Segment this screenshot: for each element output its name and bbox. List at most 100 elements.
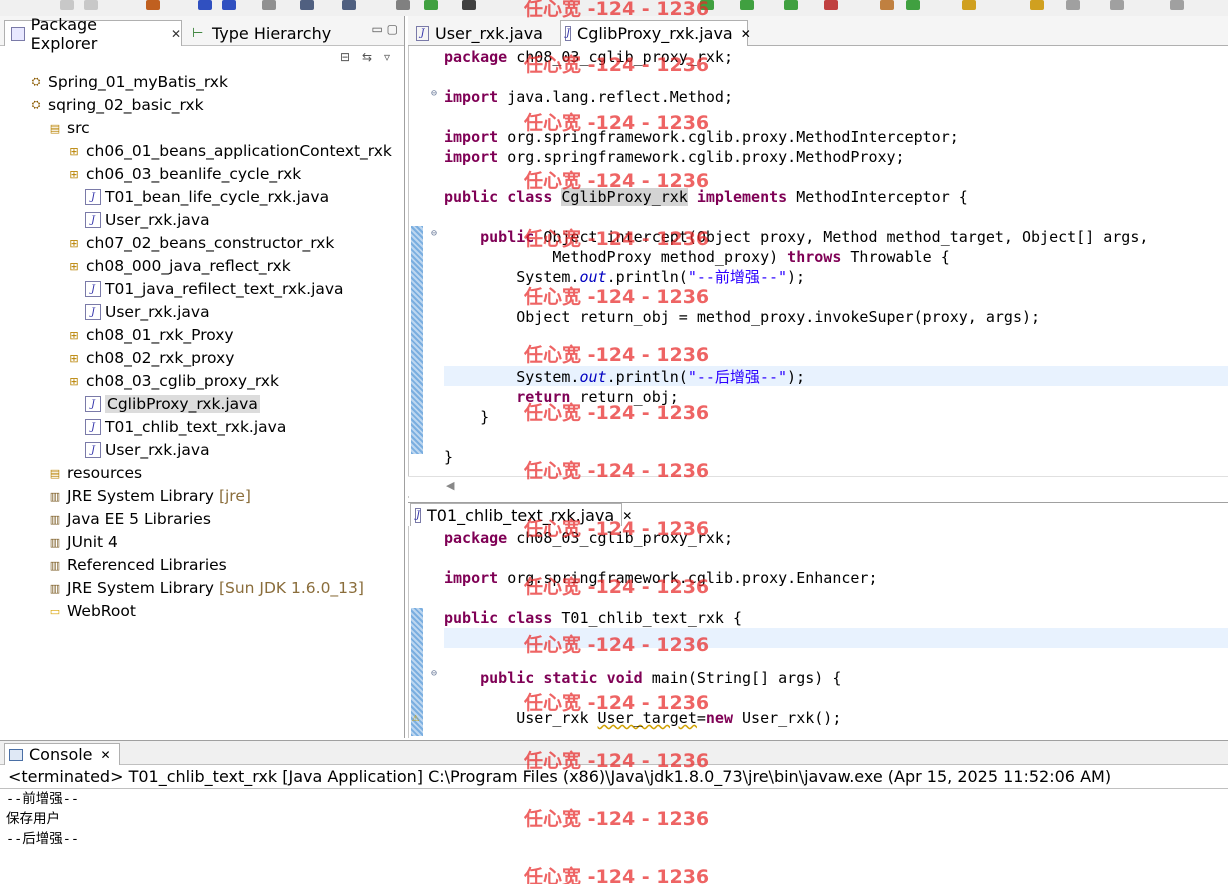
console-icon <box>9 748 23 761</box>
close-icon[interactable]: ✕ <box>741 27 751 41</box>
toolbar-icon[interactable] <box>740 0 754 10</box>
tree-item-package[interactable]: ⊞ ch06_03_beanlife_cycle_rxk <box>66 163 301 185</box>
tab-package-explorer[interactable]: Package Explorer ✕ <box>4 15 182 53</box>
package-icon: ⊞ <box>69 236 79 250</box>
code-line: import org.springframework.cglib.proxy.M… <box>444 148 905 166</box>
library-suffix: [jre] <box>218 487 251 505</box>
tree-item-source-folder[interactable]: ▤ resources <box>47 462 142 484</box>
package-icon: ⊞ <box>69 351 79 365</box>
link-with-editor-icon[interactable]: ⇆ <box>362 50 378 64</box>
tree-item-java-file[interactable]: J T01_bean_life_cycle_rxk.java <box>85 186 329 208</box>
toolbar-icon[interactable] <box>262 0 276 10</box>
library-icon: ▥ <box>49 489 61 503</box>
tree-item-package[interactable]: ⊞ ch06_01_beans_applicationContext_rxk <box>66 140 392 162</box>
tree-item-folder[interactable]: ▭ WebRoot <box>47 600 136 622</box>
toolbar-icon[interactable] <box>146 0 160 10</box>
tree-item-label: ch06_01_beans_applicationContext_rxk <box>86 142 392 160</box>
toolbar-icon[interactable] <box>1110 0 1124 10</box>
fold-toggle-icon[interactable]: ⊖ <box>431 228 437 239</box>
minimize-maximize-buttons[interactable]: ▭ ▢ <box>372 22 399 36</box>
tree-item-library[interactable]: ▥ JRE System Library [jre] <box>47 485 251 507</box>
toolbar-icon[interactable] <box>84 0 98 10</box>
toolbar-icon[interactable] <box>1066 0 1080 10</box>
tree-item-java-file-selected[interactable]: J CglibProxy_rxk.java <box>85 393 260 415</box>
tree-item-package[interactable]: ⊞ ch08_01_rxk_Proxy <box>66 324 234 346</box>
toolbar-icon[interactable] <box>424 0 438 10</box>
toolbar-icon[interactable] <box>342 0 356 10</box>
fold-toggle-icon[interactable]: ⊖ <box>431 668 437 679</box>
tree-item-library[interactable]: ▥ Referenced Libraries <box>47 554 227 576</box>
java-file-icon: J <box>416 25 429 41</box>
view-menu-icon[interactable]: ▿ <box>384 50 400 64</box>
toolbar-icon[interactable] <box>962 0 976 10</box>
toolbar-icon[interactable] <box>824 0 838 10</box>
horizontal-scrollbar[interactable]: ◀ <box>408 476 1228 496</box>
tree-item-library[interactable]: ▥ JRE System Library [Sun JDK 1.6.0_13] <box>47 577 364 599</box>
toolbar-icon[interactable] <box>906 0 920 10</box>
tab-label: Type Hierarchy <box>212 23 332 43</box>
console-status: <terminated> T01_chlib_text_rxk [Java Ap… <box>0 765 1228 789</box>
code-line: public class T01_chlib_text_rxk { <box>444 609 743 627</box>
java-file-icon: J <box>85 304 101 320</box>
toolbar-icon[interactable] <box>784 0 798 10</box>
code-line: MethodProxy method_proxy) throws Throwab… <box>444 248 950 266</box>
tab-label: Console <box>29 745 93 764</box>
toolbar-icon[interactable] <box>1030 0 1044 10</box>
tree-item-library[interactable]: ▥ Java EE 5 Libraries <box>47 508 211 530</box>
tree-item-source-folder[interactable]: ▤ src <box>47 117 90 139</box>
toolbar-icon[interactable] <box>300 0 314 10</box>
project-icon: ⛭ <box>31 75 41 88</box>
tree-item-package[interactable]: ⊞ ch08_000_java_reflect_rxk <box>66 255 290 277</box>
tree-item-java-file[interactable]: J User_rxk.java <box>85 301 210 323</box>
code-editor-cglibproxy[interactable]: ⊖ ⊖ package ch08_03_cglib_proxy_rxk; imp… <box>408 46 1228 498</box>
toolbar-icon[interactable] <box>880 0 894 10</box>
tree-item-package[interactable]: ⊞ ch08_02_rxk_proxy <box>66 347 234 369</box>
tree-item-label: ch08_03_cglib_proxy_rxk <box>86 372 279 390</box>
code-line: import java.lang.reflect.Method; <box>444 88 733 106</box>
tree-item-java-file[interactable]: J User_rxk.java <box>85 439 210 461</box>
collapse-all-icon[interactable]: ⊟ <box>340 50 356 64</box>
package-icon: ⊞ <box>69 259 79 273</box>
tab-console[interactable]: Console ✕ <box>4 743 120 765</box>
package-explorer-tabbar: Package Explorer ✕ ⊢ Type Hierarchy ▭ ▢ <box>0 15 404 53</box>
scroll-left-icon[interactable]: ◀ <box>446 479 454 492</box>
tree-item-package[interactable]: ⊞ ch08_03_cglib_proxy_rxk <box>66 370 279 392</box>
toolbar-icon[interactable] <box>60 0 74 10</box>
toolbar-icon[interactable] <box>222 0 236 10</box>
tree-item-java-file[interactable]: J T01_java_refilect_text_rxk.java <box>85 278 344 300</box>
tree-item-label: User_rxk.java <box>105 441 210 459</box>
toolbar-icon[interactable] <box>198 0 212 10</box>
code-line: Object return_obj = method_proxy.invokeS… <box>444 308 1041 326</box>
tab-t01-chlib-text-rxk-java[interactable]: J T01_chlib_text_rxk.java ✕ <box>410 503 632 527</box>
tree-item-package[interactable]: ⊞ ch07_02_beans_constructor_rxk <box>66 232 334 254</box>
code-line: public Object intercept(Object proxy, Me… <box>480 228 1149 246</box>
code-editor-t01-chlib[interactable]: ⊖ ⚠ package ch08_03_cglib_proxy_rxk; imp… <box>408 526 1228 738</box>
toolbar-icon[interactable] <box>1170 0 1184 10</box>
tab-type-hierarchy[interactable]: ⊢ Type Hierarchy <box>186 20 332 46</box>
view-toolbar: ⊟ ⇆ ▿ <box>0 46 404 68</box>
tree-item-java-file[interactable]: J User_rxk.java <box>85 209 210 231</box>
tree-item-library[interactable]: ▥ JUnit 4 <box>47 531 118 553</box>
toolbar-icon[interactable] <box>462 0 476 10</box>
close-icon[interactable]: ✕ <box>101 748 111 762</box>
fold-toggle-icon[interactable]: ⊖ <box>431 88 437 99</box>
java-file-icon: J <box>85 442 101 458</box>
tree-item-label: T01_chlib_text_rxk.java <box>105 418 287 436</box>
toolbar-icon[interactable] <box>700 0 714 10</box>
source-folder-icon: ▤ <box>49 466 61 480</box>
tree-item-label: ch08_01_rxk_Proxy <box>86 326 234 344</box>
main-toolbar <box>0 0 1228 16</box>
library-icon: ▥ <box>49 512 61 526</box>
tree-item-label: JRE System Library <box>67 487 214 505</box>
tree-item-project[interactable]: ⛭ Spring_01_myBatis_rxk <box>28 71 228 93</box>
close-icon[interactable]: ✕ <box>622 509 632 523</box>
tree-item-label: User_rxk.java <box>105 303 210 321</box>
java-file-icon: J <box>85 212 101 228</box>
tree-item-label: T01_java_refilect_text_rxk.java <box>105 280 344 298</box>
toolbar-icon[interactable] <box>396 0 410 10</box>
tab-user-rxk-java[interactable]: J User_rxk.java <box>412 20 560 46</box>
tab-cglibproxy-rxk-java[interactable]: J CglibProxy_rxk.java ✕ <box>560 20 751 46</box>
close-icon[interactable]: ✕ <box>171 27 181 41</box>
tree-item-project[interactable]: ⛭ sqring_02_basic_rxk <box>28 94 204 116</box>
tree-item-java-file[interactable]: J T01_chlib_text_rxk.java <box>85 416 286 438</box>
